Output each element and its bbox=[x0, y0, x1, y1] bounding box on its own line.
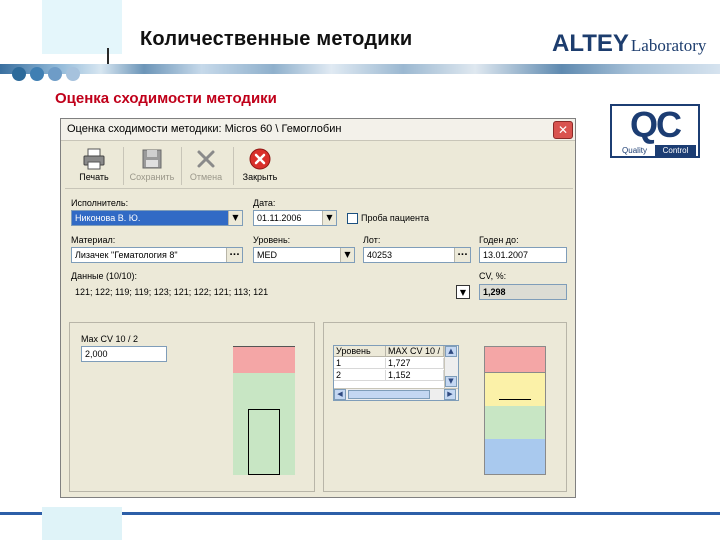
cancel-button[interactable]: Отмена bbox=[177, 145, 235, 187]
right-bar-blue-zone bbox=[484, 439, 546, 475]
grid-cell-level[interactable]: 2 bbox=[334, 370, 386, 381]
qc-caption-left: Quality bbox=[614, 145, 655, 156]
close-button[interactable]: Закрыть bbox=[231, 145, 289, 187]
right-bar-limit-marker bbox=[499, 399, 531, 400]
cancel-icon bbox=[197, 150, 215, 168]
executor-label: Исполнитель: bbox=[71, 198, 129, 208]
altey-laboratory-logo: ALTEY Laboratory bbox=[552, 30, 707, 57]
print-button[interactable]: Печать bbox=[65, 145, 123, 187]
close-label: Закрыть bbox=[242, 172, 278, 182]
valid-until-value: 13.01.2007 bbox=[483, 250, 529, 260]
grid-cell-max-cv[interactable]: 1,727 bbox=[386, 358, 444, 369]
quality-control-logo: QC Quality Control bbox=[610, 104, 700, 158]
right-bar-green-zone bbox=[484, 406, 546, 439]
date-picker[interactable]: 01.11.2006 ▼ bbox=[253, 210, 337, 226]
scroll-up-icon[interactable]: ▲ bbox=[445, 346, 457, 357]
levels-grid[interactable]: Уровень MAX CV 10 / 2 1 1,727 2 1,152 ▲ … bbox=[333, 345, 459, 401]
repeatability-dialog: Оценка сходимости методики: Micros 60 \ … bbox=[60, 118, 576, 498]
grid-horizontal-scrollbar[interactable]: ◀ ▶ bbox=[334, 388, 458, 400]
decorative-dot bbox=[30, 67, 44, 81]
grid-header-level[interactable]: Уровень bbox=[334, 346, 386, 357]
patient-sample-checkbox[interactable] bbox=[347, 213, 358, 224]
dialog-titlebar[interactable]: Оценка сходимости методики: Micros 60 \ … bbox=[61, 119, 575, 141]
scroll-down-icon[interactable]: ▼ bbox=[445, 376, 457, 387]
decorative-cyan-block bbox=[42, 0, 122, 54]
chevron-down-icon[interactable]: ▼ bbox=[322, 211, 336, 225]
chevron-down-icon[interactable]: ▼ bbox=[228, 211, 242, 225]
decorative-cyan-block bbox=[42, 507, 122, 540]
print-label: Печать bbox=[79, 172, 109, 182]
save-button[interactable]: Сохранить bbox=[123, 145, 181, 187]
cancel-label: Отмена bbox=[189, 172, 223, 182]
scroll-right-icon[interactable]: ▶ bbox=[444, 389, 456, 400]
grid-cell-max-cv[interactable]: 1,152 bbox=[386, 370, 444, 381]
scroll-left-icon[interactable]: ◀ bbox=[334, 389, 346, 400]
logo-main-text: ALTEY bbox=[552, 30, 629, 57]
browse-icon[interactable]: ... bbox=[226, 248, 242, 262]
material-field[interactable]: Лизачек "Гематология 8" ... bbox=[71, 247, 243, 263]
chevron-down-icon[interactable]: ▼ bbox=[456, 285, 470, 299]
executor-value: Никонова В. Ю. bbox=[75, 213, 141, 223]
max-cv-value: 2,000 bbox=[85, 349, 108, 359]
scroll-thumb[interactable] bbox=[348, 390, 430, 399]
right-bar-red-zone bbox=[484, 346, 546, 373]
date-label: Дата: bbox=[253, 198, 276, 208]
lot-field[interactable]: 40253 ... bbox=[363, 247, 471, 263]
data-label: Данные (10/10): bbox=[71, 271, 138, 281]
lot-value: 40253 bbox=[367, 250, 393, 260]
max-cv-field[interactable]: 2,000 bbox=[81, 346, 167, 362]
close-circle-icon bbox=[249, 148, 271, 170]
browse-icon[interactable]: ... bbox=[454, 248, 470, 262]
qc-caption: Quality Control bbox=[614, 145, 696, 156]
material-value: Лизачек "Гематология 8" bbox=[75, 250, 178, 260]
dialog-title: Оценка сходимости методики: Micros 60 \ … bbox=[67, 123, 342, 135]
valid-until-field[interactable]: 13.01.2007 bbox=[479, 247, 567, 263]
lot-label: Лот: bbox=[363, 235, 381, 245]
printer-icon bbox=[83, 148, 105, 170]
grid-header-max-cv[interactable]: MAX CV 10 / 2 bbox=[386, 346, 444, 357]
executor-select[interactable]: Никонова В. Ю. ▼ bbox=[71, 210, 243, 226]
level-select[interactable]: MED ▼ bbox=[253, 247, 355, 263]
slide-subtitle: Оценка сходимости методики bbox=[55, 90, 277, 107]
save-label: Сохранить bbox=[129, 172, 175, 182]
qc-letters: QC bbox=[630, 104, 682, 145]
cv-value: 1,298 bbox=[483, 287, 506, 297]
cv-label: CV, %: bbox=[479, 271, 507, 281]
decorative-dot bbox=[48, 67, 62, 81]
decorative-dot bbox=[66, 67, 80, 81]
qc-caption-right: Control bbox=[655, 145, 696, 156]
data-value: 121; 122; 119; 119; 123; 121; 122; 121; … bbox=[75, 287, 269, 297]
valid-until-label: Годен до: bbox=[479, 235, 519, 245]
save-icon bbox=[142, 149, 162, 169]
material-label: Материал: bbox=[71, 235, 116, 245]
data-field[interactable]: 121; 122; 119; 119; 123; 121; 122; 121; … bbox=[71, 284, 471, 300]
patient-sample-label: Проба пациента bbox=[361, 213, 429, 223]
slide-title: Количественные методики bbox=[140, 28, 413, 50]
left-bar-red-zone bbox=[233, 346, 295, 373]
grid-vertical-scrollbar[interactable]: ▲ ▼ bbox=[444, 346, 458, 388]
header-banner-strip bbox=[0, 64, 720, 74]
level-label: Уровень: bbox=[253, 235, 291, 245]
chevron-down-icon[interactable]: ▼ bbox=[340, 248, 354, 262]
toolbar: Печать Сохранить Отмена Закрыть bbox=[65, 143, 573, 189]
max-cv-label: Max CV 10 / 2 bbox=[81, 334, 139, 344]
level-value: MED bbox=[257, 250, 277, 260]
date-value: 01.11.2006 bbox=[257, 213, 302, 223]
right-bar-yellow-zone bbox=[484, 373, 546, 406]
window-close-button[interactable]: ✕ bbox=[553, 121, 573, 139]
decorative-dot bbox=[12, 67, 26, 81]
left-bar-current-value bbox=[248, 409, 280, 475]
logo-sub-text: Laboratory bbox=[630, 36, 707, 55]
grid-cell-level[interactable]: 1 bbox=[334, 358, 386, 369]
cv-field: 1,298 bbox=[479, 284, 567, 300]
